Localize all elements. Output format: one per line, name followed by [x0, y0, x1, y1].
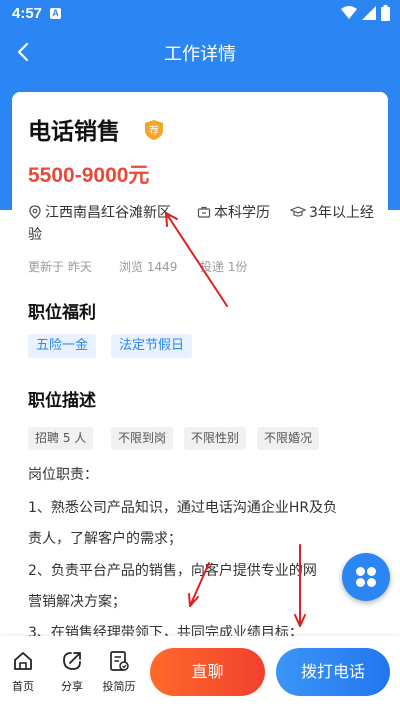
wifi-icon [341, 6, 357, 19]
tab-submit-resume[interactable]: 投简历 [99, 650, 139, 694]
tab-home[interactable]: 首页 [3, 650, 43, 694]
job-location: 江西南昌红谷滩新区 [28, 202, 188, 224]
requirement-tag: 不限到岗 [111, 427, 174, 450]
tab-label: 分享 [61, 680, 83, 693]
requirement-tag: 招聘 5 人 [28, 427, 94, 450]
home-icon [14, 652, 32, 670]
call-phone-button[interactable]: 拨打电话 [276, 648, 390, 696]
status-time: 4:57 [12, 5, 43, 22]
requirement-tag: 不限婚况 [257, 427, 320, 450]
description-line: 1、熟悉公司产品知识，通过电话沟通企业HR及负 [28, 500, 338, 516]
description-line: 岗位职责： [28, 467, 98, 483]
tab-share[interactable]: 分享 [52, 650, 92, 694]
tab-label: 投简历 [102, 680, 136, 693]
job-title: 电话销售 [28, 119, 120, 145]
description-line: 营销解决方案； [28, 594, 126, 610]
job-education: 本科学历 [197, 202, 270, 224]
welfare-tag: 五险一金 [28, 334, 97, 358]
experience-text-2: 验 [28, 227, 42, 243]
share-icon [63, 652, 81, 670]
notification-icon: A [50, 8, 61, 19]
bottom-action-bar: 首页 分享 投简历 直聊 拨打电话 [0, 636, 400, 710]
updated-time: 更新于 昨天 [28, 260, 92, 274]
nav-bar: 工作详情 [0, 30, 400, 74]
experience-text-1: 3年以上经 [309, 205, 374, 221]
signal-icon [362, 6, 376, 20]
job-experience: 3年以上经 [290, 202, 374, 224]
menu-dot [367, 578, 376, 587]
location-pin-icon [29, 205, 41, 219]
resume-icon [110, 651, 129, 671]
description-line: 2、负责平台产品的销售，向客户提供专业的网 [28, 563, 317, 579]
briefcase-icon [197, 206, 211, 218]
job-detail-card: 电话销售 荐 5500-9000元 江西南昌红谷滩新区 本科学历 3年以上经 验… [12, 92, 388, 652]
recommend-badge-icon: 荐 [145, 120, 163, 140]
welfare-heading: 职位福利 [28, 303, 96, 323]
page-title: 工作详情 [164, 44, 236, 65]
welfare-tag: 法定节假日 [111, 334, 193, 358]
application-count: 投递 1份 [200, 260, 248, 274]
recommend-badge-text: 荐 [149, 125, 159, 137]
menu-dot [367, 567, 376, 576]
menu-dot [356, 578, 365, 587]
description-line: 责人，了解客户的需求； [28, 531, 182, 547]
status-bar: 4:57 A [0, 0, 400, 28]
location-text: 江西南昌红谷滩新区 [45, 205, 171, 221]
battery-icon [381, 5, 390, 21]
graduation-cap-icon [290, 206, 306, 217]
education-text: 本科学历 [214, 205, 270, 221]
floating-menu-button[interactable] [342, 553, 390, 601]
menu-dot [356, 567, 365, 576]
direct-chat-button[interactable]: 直聊 [150, 648, 265, 696]
tab-label: 首页 [12, 680, 34, 693]
salary: 5500-9000元 [28, 164, 150, 187]
requirement-tag: 不限性别 [184, 427, 247, 450]
description-heading: 职位描述 [28, 391, 96, 411]
view-count: 浏览 1449 [119, 260, 178, 274]
